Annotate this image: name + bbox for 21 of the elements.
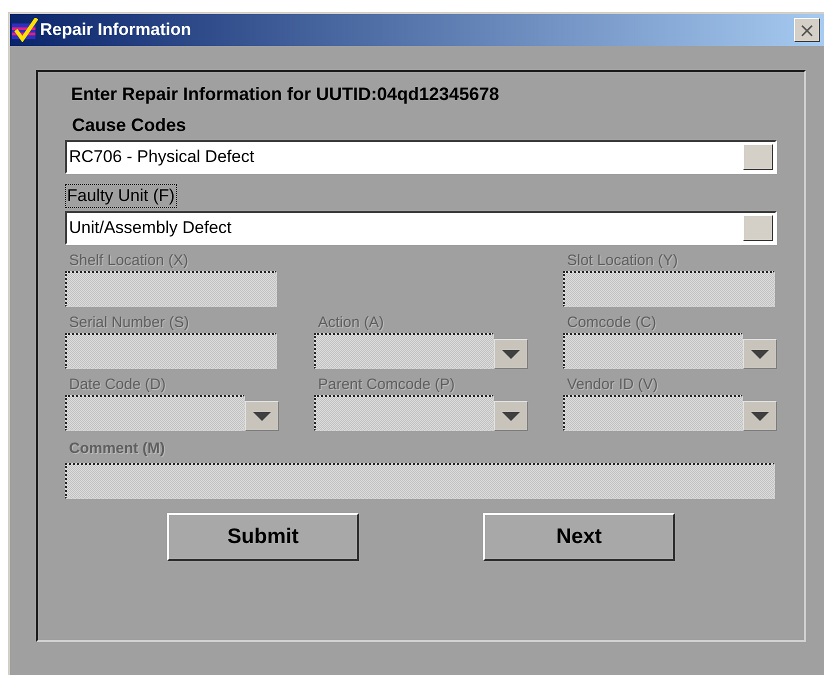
dropdown-button[interactable] xyxy=(743,144,773,170)
field-label: Comment (M) xyxy=(68,439,166,459)
field-label: Vendor ID (V) xyxy=(566,375,659,395)
field-label: Serial Number (S) xyxy=(68,313,190,333)
field-label: Parent Comcode (P) xyxy=(317,375,456,395)
dropdown-button[interactable] xyxy=(743,215,773,241)
dialog-button[interactable]: Submit xyxy=(167,513,359,561)
heading-text: Enter Repair Information for UUTID:04qd12345678 xyxy=(71,83,500,106)
checkmark-icon xyxy=(12,18,38,42)
close-button[interactable]: × xyxy=(794,18,820,42)
field-label: Slot Location (Y) xyxy=(566,251,679,271)
dialog-button[interactable]: Next xyxy=(483,513,675,561)
faulty-unit-dropdown[interactable]: Unit/Assembly Defect xyxy=(65,211,777,245)
field-label: Date Code (D) xyxy=(68,375,167,395)
field-label: Cause Codes xyxy=(72,114,188,137)
window-title: Repair Information xyxy=(40,20,192,40)
field-label: Faulty Unit (F) xyxy=(65,184,177,208)
field-label: Shelf Location (X) xyxy=(68,251,190,271)
field-label: Comcode (C) xyxy=(566,313,658,333)
cause-codes-dropdown[interactable]: RC706 - Physical Defect xyxy=(65,140,777,174)
field-label: Action (A) xyxy=(317,313,385,333)
